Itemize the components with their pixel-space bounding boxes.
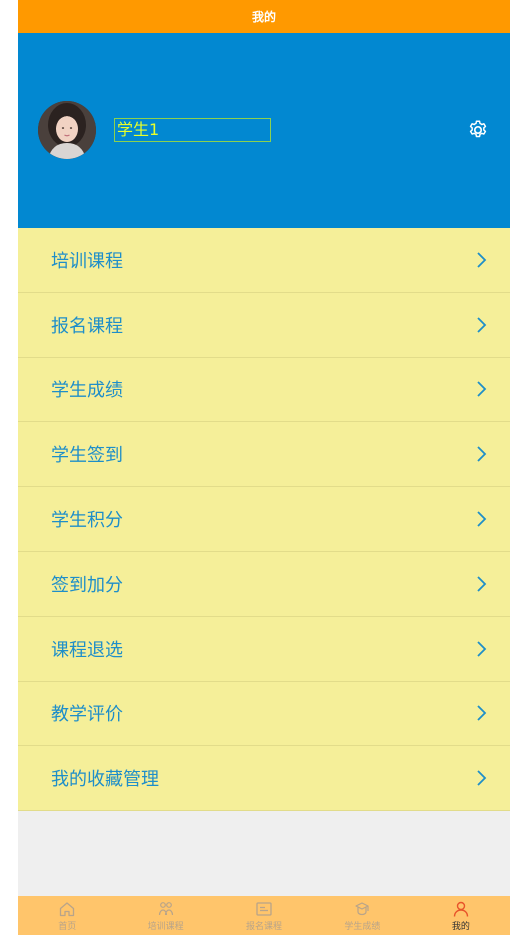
user-icon xyxy=(453,901,469,917)
menu-item-label: 课程退选 xyxy=(51,639,123,661)
chevron-right-icon xyxy=(477,576,487,592)
app-screen: 我的 学生1 培训课程 报名课程 学生成绩 学生签到 学生积分 签到加分 课程退… xyxy=(18,0,510,935)
tab-label: 我的 xyxy=(451,922,470,932)
tab-home[interactable]: 首页 xyxy=(18,896,116,935)
menu-item-label: 报名课程 xyxy=(51,315,123,337)
avatar[interactable] xyxy=(38,101,96,159)
grades-icon xyxy=(355,902,370,916)
menu-item-registered-courses[interactable]: 报名课程 xyxy=(18,292,510,358)
chevron-right-icon xyxy=(477,252,487,268)
bottom-tab-bar: 首页 培训课程 报名课程 学生成绩 我的 xyxy=(18,896,510,935)
gear-icon[interactable] xyxy=(467,119,489,141)
profile-header: 学生1 xyxy=(18,33,510,228)
menu-item-course-withdrawal[interactable]: 课程退选 xyxy=(18,616,510,682)
menu-item-label: 学生成绩 xyxy=(51,380,123,402)
menu-item-favorites-management[interactable]: 我的收藏管理 xyxy=(18,746,510,812)
menu-item-student-checkin[interactable]: 学生签到 xyxy=(18,422,510,488)
menu-item-label: 学生签到 xyxy=(51,445,123,467)
register-icon xyxy=(256,902,272,916)
tab-registered-courses[interactable]: 报名课程 xyxy=(215,896,313,935)
chevron-right-icon xyxy=(477,770,487,786)
top-nav-bar: 我的 xyxy=(18,0,510,33)
menu-item-label: 我的收藏管理 xyxy=(51,769,159,791)
training-icon xyxy=(158,902,173,916)
chevron-right-icon xyxy=(477,446,487,462)
tab-label: 报名课程 xyxy=(246,922,283,932)
tab-me[interactable]: 我的 xyxy=(412,896,510,935)
avatar-photo xyxy=(38,101,96,159)
menu-item-teaching-evaluation[interactable]: 教学评价 xyxy=(18,681,510,747)
chevron-right-icon xyxy=(477,641,487,657)
menu-item-label: 培训课程 xyxy=(51,250,123,272)
menu-item-student-points[interactable]: 学生积分 xyxy=(18,487,510,552)
menu-item-label: 签到加分 xyxy=(51,574,123,596)
tab-label: 学生成绩 xyxy=(344,922,381,932)
menu-item-student-grades[interactable]: 学生成绩 xyxy=(18,357,510,423)
menu-list: 培训课程 报名课程 学生成绩 学生签到 学生积分 签到加分 课程退选 教学评价 xyxy=(18,228,510,812)
chevron-right-icon xyxy=(477,511,487,527)
menu-item-label: 学生积分 xyxy=(51,510,123,532)
username-field[interactable]: 学生1 xyxy=(114,118,271,142)
tab-training-courses[interactable]: 培训课程 xyxy=(116,896,214,935)
menu-item-training-courses[interactable]: 培训课程 xyxy=(18,228,510,293)
tab-label: 首页 xyxy=(58,922,77,932)
home-icon xyxy=(60,902,75,917)
chevron-right-icon xyxy=(477,317,487,333)
menu-item-checkin-bonus[interactable]: 签到加分 xyxy=(18,551,510,617)
tab-label: 培训课程 xyxy=(147,922,184,932)
chevron-right-icon xyxy=(477,705,487,722)
menu-item-label: 教学评价 xyxy=(51,704,123,726)
page-title: 我的 xyxy=(251,10,276,24)
tab-student-grades[interactable]: 学生成绩 xyxy=(313,896,411,935)
chevron-right-icon xyxy=(477,381,487,398)
